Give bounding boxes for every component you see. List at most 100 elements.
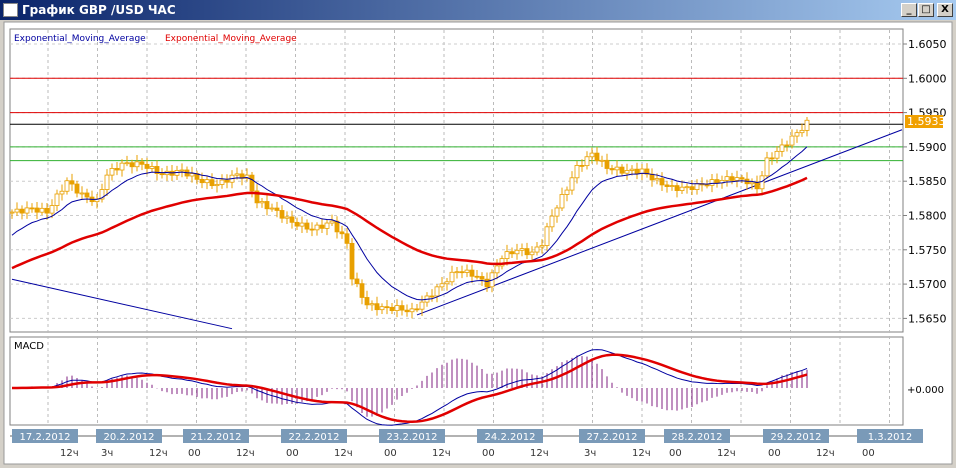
legend-ema-fast: Exponential_Moving_Average xyxy=(14,34,146,44)
candle-body xyxy=(404,309,410,313)
hour-label: 00 xyxy=(669,448,682,459)
candle-body xyxy=(149,166,155,169)
date-label: 1.3.2012 xyxy=(868,432,913,443)
candle-body xyxy=(9,211,15,214)
date-label: 21.2.2012 xyxy=(191,432,242,443)
candle-body xyxy=(774,150,780,159)
candle-body xyxy=(44,207,50,214)
candle-body xyxy=(304,222,310,230)
candle-body xyxy=(534,246,540,253)
candle-body xyxy=(139,161,145,165)
candle-body xyxy=(259,201,265,204)
candle-body xyxy=(629,168,635,171)
candle-body xyxy=(209,179,215,187)
candle-body xyxy=(224,179,230,183)
hour-label: 12ч xyxy=(717,448,736,459)
candle-body xyxy=(189,173,195,177)
candle-body xyxy=(634,168,640,175)
candle-body xyxy=(494,265,500,274)
candle-body xyxy=(29,207,35,210)
price-tick-label: 1.5850 xyxy=(908,175,947,188)
candle-body xyxy=(329,220,335,224)
candle-body xyxy=(24,207,30,214)
candle-body xyxy=(159,173,165,176)
candle-body xyxy=(544,226,550,246)
candle-body xyxy=(64,180,70,192)
candle-body xyxy=(314,224,320,231)
hour-label: 12ч xyxy=(60,448,79,459)
candle-body xyxy=(219,179,225,185)
date-label: 27.2.2012 xyxy=(587,432,638,443)
hour-label: 12ч xyxy=(632,448,651,459)
candle-body xyxy=(759,175,765,190)
candle-body xyxy=(769,157,775,160)
hour-label: 00 xyxy=(188,448,201,459)
candle-body xyxy=(374,303,380,311)
candle-body xyxy=(344,233,350,244)
candle-body xyxy=(299,222,305,227)
date-label: 20.2.2012 xyxy=(104,432,155,443)
candle-body xyxy=(384,306,390,309)
candle-body xyxy=(594,152,600,162)
date-label: 22.2.2012 xyxy=(289,432,340,443)
candle-body xyxy=(264,201,270,210)
candle-body xyxy=(39,207,45,213)
candle-body xyxy=(479,276,485,280)
hour-label: 00 xyxy=(286,448,299,459)
candle-body xyxy=(354,278,360,285)
candle-body xyxy=(749,181,755,185)
candle-body xyxy=(524,248,530,256)
price-tick-label: 1.5750 xyxy=(908,244,947,257)
candle-body xyxy=(564,189,570,195)
candle-body xyxy=(364,297,370,306)
hour-label: 00 xyxy=(768,448,781,459)
candle-body xyxy=(409,308,415,313)
candle-body xyxy=(614,166,620,171)
candle-body xyxy=(509,251,515,255)
candle-body xyxy=(269,207,275,210)
candle-body xyxy=(234,173,240,176)
date-label: 17.2.2012 xyxy=(20,432,71,443)
candle-body xyxy=(669,185,675,187)
candle-body xyxy=(654,178,660,181)
candle-body xyxy=(574,165,580,179)
candle-body xyxy=(114,168,120,171)
legend-ema-slow: Exponential_Moving_Average xyxy=(165,34,297,44)
candle-body xyxy=(659,178,665,186)
candle-body xyxy=(664,184,670,187)
candle-body xyxy=(339,231,345,235)
candle-body xyxy=(784,144,790,147)
candle-body xyxy=(319,224,325,229)
candle-body xyxy=(419,301,425,310)
candle-body xyxy=(394,305,400,311)
candle-body xyxy=(379,306,385,311)
candle-body xyxy=(59,190,65,195)
candle-body xyxy=(104,174,110,190)
candle-body xyxy=(119,162,125,171)
candle-body xyxy=(724,176,730,181)
hour-label: 3ч xyxy=(584,448,596,459)
candle-body xyxy=(14,208,20,213)
price-chart[interactable]: 1.60501.60001.59501.59001.58501.58001.57… xyxy=(0,0,956,468)
hour-label: 12ч xyxy=(236,448,255,459)
date-label: 23.2.2012 xyxy=(387,432,438,443)
candle-body xyxy=(584,156,590,167)
candle-body xyxy=(799,129,805,134)
hour-label: 00 xyxy=(862,448,875,459)
candle-body xyxy=(249,174,255,192)
candle-body xyxy=(414,308,420,311)
candle-body xyxy=(679,186,685,191)
candle-body xyxy=(579,165,585,167)
candle-body xyxy=(684,186,690,189)
candle-body xyxy=(129,162,135,168)
candle-body xyxy=(694,183,700,190)
candle-body xyxy=(804,119,810,131)
candle-body xyxy=(279,210,285,219)
hour-label: 12ч xyxy=(149,448,168,459)
candle-body xyxy=(794,132,800,137)
candle-body xyxy=(84,192,90,198)
candle-body xyxy=(204,179,210,184)
candle-body xyxy=(214,184,220,187)
candle-body xyxy=(549,215,555,228)
candle-body xyxy=(294,221,300,227)
